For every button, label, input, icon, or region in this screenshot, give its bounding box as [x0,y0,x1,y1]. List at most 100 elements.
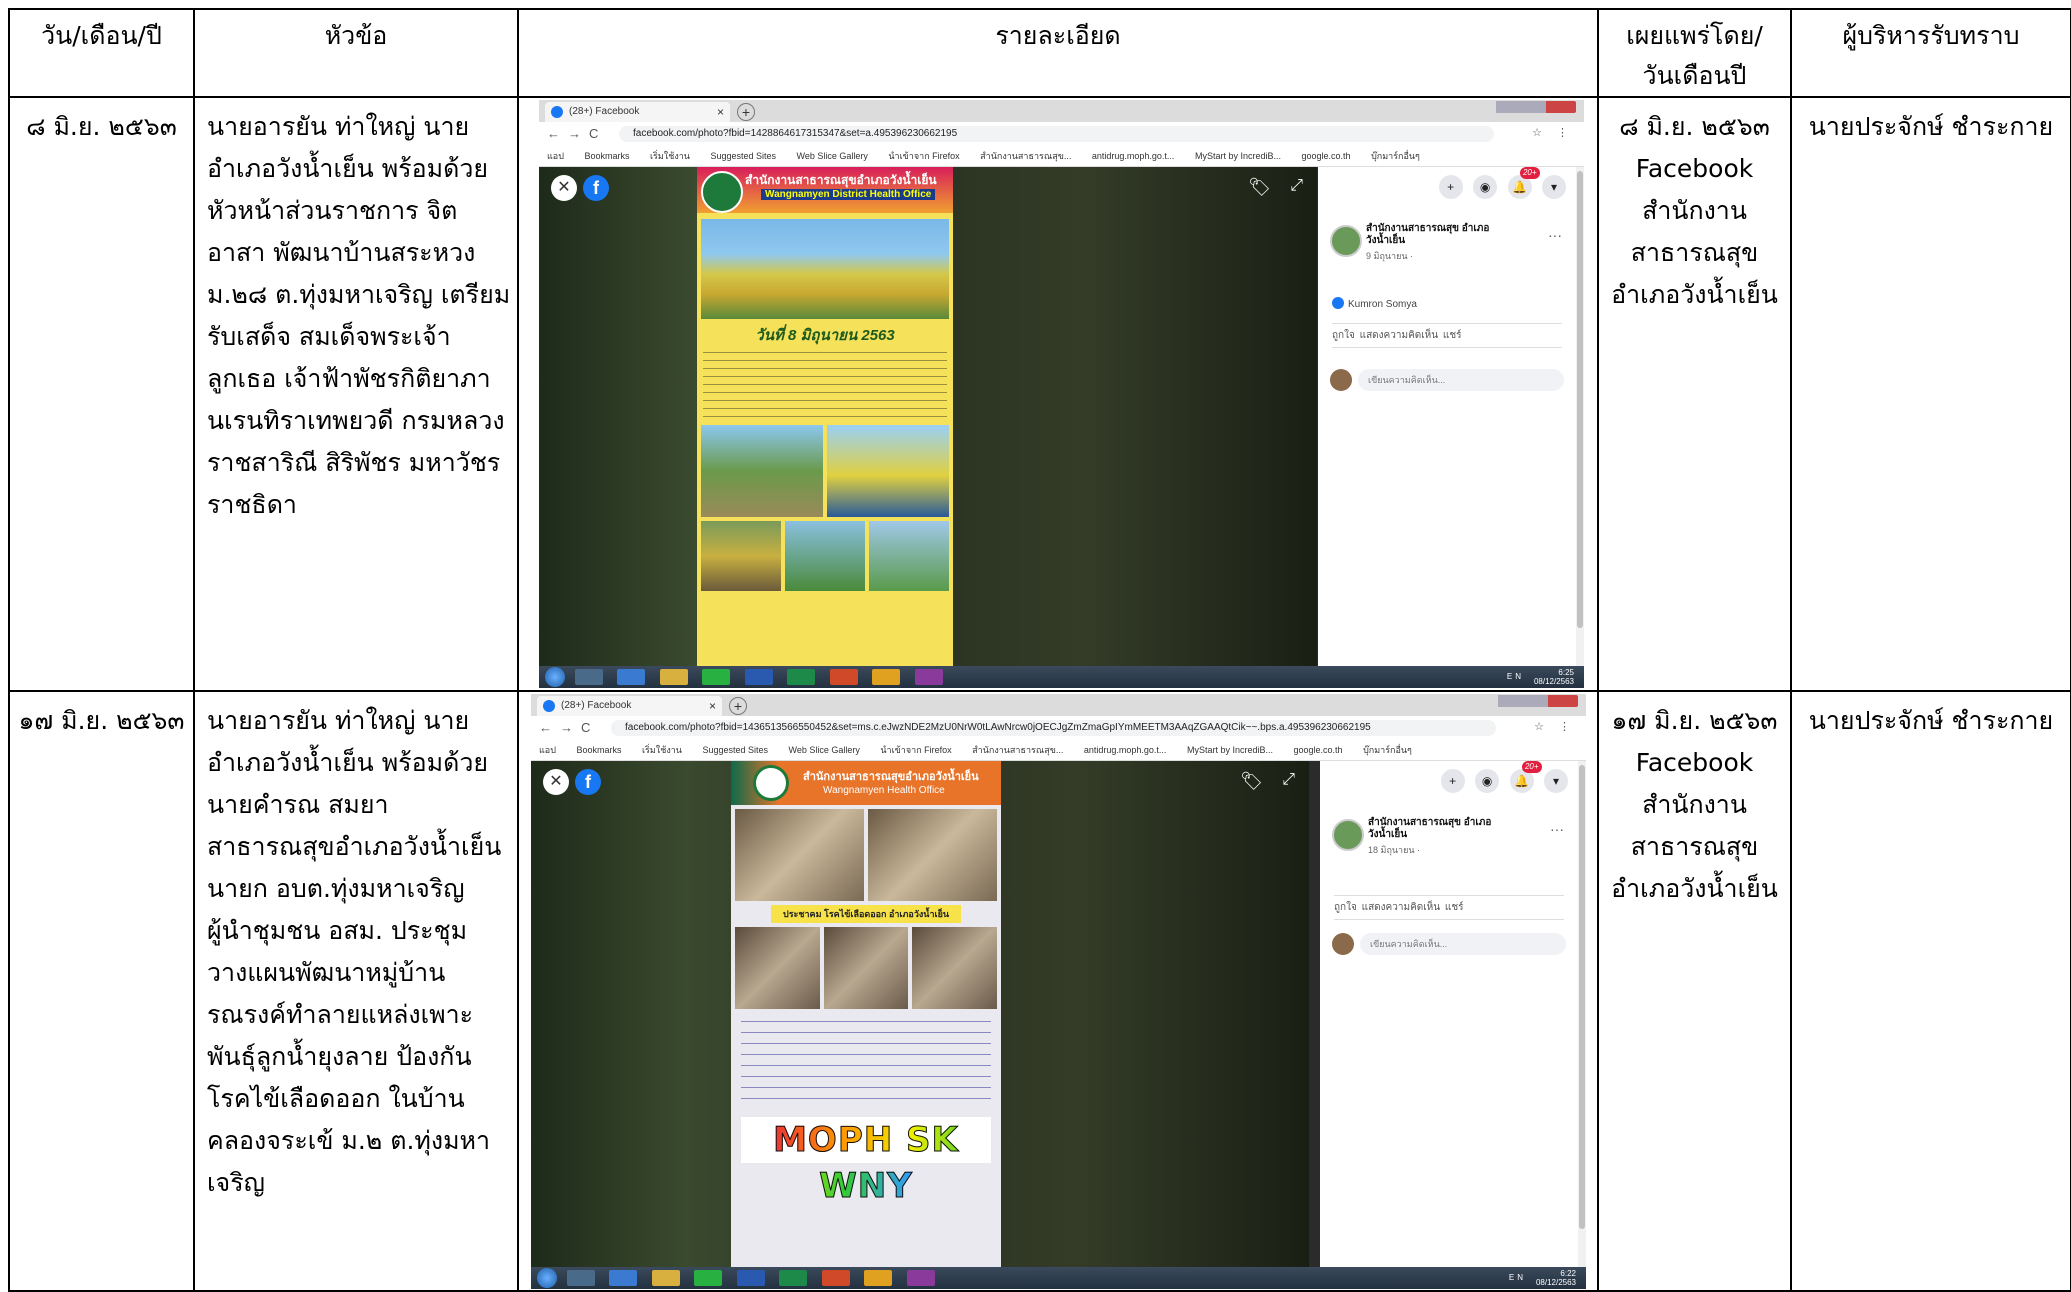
photo-grid [735,809,997,901]
bookmark-item[interactable]: antidrug.moph.go.t... [1084,745,1167,755]
post-date[interactable]: 9 มิถุนายน · [1366,249,1413,263]
tray-clock[interactable]: 6:25 08/12/2563 [1534,668,1574,686]
bookmark-item[interactable]: สำนักงานสาธารณสุข... [980,151,1071,161]
moph-logo [753,765,789,801]
bookmark-item[interactable]: บุ๊กมาร์กอื่นๆ [1363,745,1412,755]
taskbar-app[interactable] [906,1270,935,1286]
bell-icon[interactable]: 🔔 20+ [1507,167,1540,199]
expand-icon[interactable]: ⤢ [1282,771,1295,789]
taskbar-app[interactable] [872,669,901,685]
nav-buttons[interactable]: ←→C [539,720,598,735]
chevron-down-icon[interactable]: ▾ [1544,769,1568,793]
photo-field [701,425,823,517]
bookmark-item[interactable]: Suggested Sites [710,151,776,161]
bookmark-item[interactable]: แอป [547,151,564,161]
bookmark-item[interactable]: นำเข้าจาก Firefox [880,745,951,755]
taskbar-app[interactable] [779,1270,808,1286]
star-icon[interactable]: ☆ ⋮ [1532,126,1574,139]
new-tab-button[interactable]: + [737,103,755,121]
reaction-summary[interactable]: Kumron Somya [1332,297,1417,310]
bookmark-item[interactable]: google.co.th [1302,151,1351,161]
bookmark-item[interactable]: เริ่มใช้งาน [650,151,690,161]
bookmark-item[interactable]: เริ่มใช้งาน [642,745,682,755]
bookmark-item[interactable]: Bookmarks [576,745,621,755]
bookmark-item[interactable]: Bookmarks [584,151,629,161]
more-options-icon[interactable]: ··· [1550,821,1564,837]
address-bar: ←→C facebook.com/photo?fbid=143651356655… [531,716,1586,740]
url-field[interactable]: facebook.com/photo?fbid=1436513566550452… [611,720,1496,736]
bookmark-item[interactable]: MyStart by IncrediB... [1187,745,1273,755]
scrollbar[interactable] [1578,761,1586,1269]
taskbar-app[interactable] [694,1270,723,1286]
bookmark-item[interactable]: google.co.th [1294,745,1343,755]
page-name[interactable]: สำนักงานสาธารณสุข อำเภอวังน้ำเย็น [1368,817,1518,841]
published-date: ๑๗ มิ.ย. ๒๕๖๓ [1611,706,1778,735]
tray-language[interactable]: EN [1509,1273,1526,1282]
taskbar-app[interactable] [821,1270,850,1286]
taskbar-app[interactable] [787,669,816,685]
more-options-icon[interactable]: ··· [1548,227,1562,243]
tab-close-icon[interactable]: × [717,102,724,122]
comment-input[interactable]: เขียนความคิดเห็น... [1358,369,1564,391]
nav-buttons[interactable]: ←→C [547,126,606,141]
tag-icon[interactable]: 🏷 [1248,177,1271,198]
post-actions[interactable]: ถูกใจ แสดงความคิดเห็น แชร์ [1332,323,1562,348]
messenger-icon[interactable]: ◉ [1473,175,1498,199]
taskbar-app[interactable] [736,1270,765,1286]
post-date[interactable]: 18 มิถุนายน · [1368,843,1420,857]
bookmark-item[interactable]: Web Slice Gallery [789,745,860,755]
taskbar-app[interactable] [575,669,603,685]
window-controls[interactable] [1496,101,1576,113]
page-avatar[interactable] [1330,225,1362,257]
close-icon[interactable]: ✕ [551,175,577,201]
close-icon[interactable]: ✕ [543,769,569,795]
page-name[interactable]: สำนักงานสาธารณสุข อำเภอวังน้ำเย็น [1366,223,1516,247]
facebook-logo-icon[interactable]: f [575,769,601,795]
browser-tab[interactable]: (28+) Facebook × [537,696,722,716]
facebook-logo-icon[interactable]: f [583,175,609,201]
plus-icon[interactable]: + [1438,175,1463,199]
taskbar-app[interactable] [744,669,773,685]
tray-clock[interactable]: 6:22 08/12/2563 [1536,1269,1576,1287]
window-controls[interactable] [1498,695,1578,707]
bookmark-item[interactable]: สำนักงานสาธารณสุข... [972,745,1063,755]
taskbar-app[interactable] [659,669,688,685]
photo-grid [735,927,997,1009]
bell-icon[interactable]: 🔔 20+ [1509,761,1542,793]
header-published: เผยแพร่โดย/ วันเดือนปี [1597,8,1792,98]
bookmark-item[interactable]: antidrug.moph.go.t... [1092,151,1175,161]
chevron-down-icon[interactable]: ▾ [1542,175,1566,199]
bookmark-item[interactable]: Suggested Sites [702,745,768,755]
messenger-icon[interactable]: ◉ [1475,769,1500,793]
start-button[interactable] [537,1268,557,1288]
tag-icon[interactable]: 🏷 [1240,771,1263,792]
url-field[interactable]: facebook.com/photo?fbid=1428864617315347… [619,126,1494,142]
new-tab-button[interactable]: + [729,697,747,715]
plus-icon[interactable]: + [1440,769,1465,793]
taskbar-apps [575,669,953,688]
page-avatar[interactable] [1332,819,1364,851]
expand-icon[interactable]: ⤢ [1290,177,1303,195]
taskbar-app[interactable] [567,1270,595,1286]
taskbar-app[interactable] [702,669,731,685]
start-button[interactable] [545,667,565,687]
taskbar-app[interactable] [609,1270,638,1286]
bookmark-item[interactable]: แอป [539,745,556,755]
tray-language[interactable]: EN [1507,672,1524,681]
photo-stage: ✕ f 🏷 ⤢ สำนักงานสาธารณสุขอำเภอวังน้ำเย็น… [539,167,1317,668]
star-icon[interactable]: ☆ ⋮ [1534,720,1576,733]
taskbar-app[interactable] [914,669,943,685]
taskbar-app[interactable] [617,669,646,685]
tab-close-icon[interactable]: × [709,696,716,716]
scrollbar[interactable] [1576,167,1584,668]
comment-input[interactable]: เขียนความคิดเห็น... [1360,933,1566,955]
taskbar-app[interactable] [651,1270,680,1286]
taskbar-app[interactable] [864,1270,893,1286]
browser-tab[interactable]: (28+) Facebook × [545,102,730,122]
bookmark-item[interactable]: นำเข้าจาก Firefox [888,151,959,161]
post-actions[interactable]: ถูกใจ แสดงความคิดเห็น แชร์ [1334,895,1564,920]
bookmark-item[interactable]: MyStart by IncrediB... [1195,151,1281,161]
bookmark-item[interactable]: Web Slice Gallery [797,151,868,161]
taskbar-app[interactable] [829,669,858,685]
bookmark-item[interactable]: บุ๊กมาร์กอื่นๆ [1371,151,1420,161]
